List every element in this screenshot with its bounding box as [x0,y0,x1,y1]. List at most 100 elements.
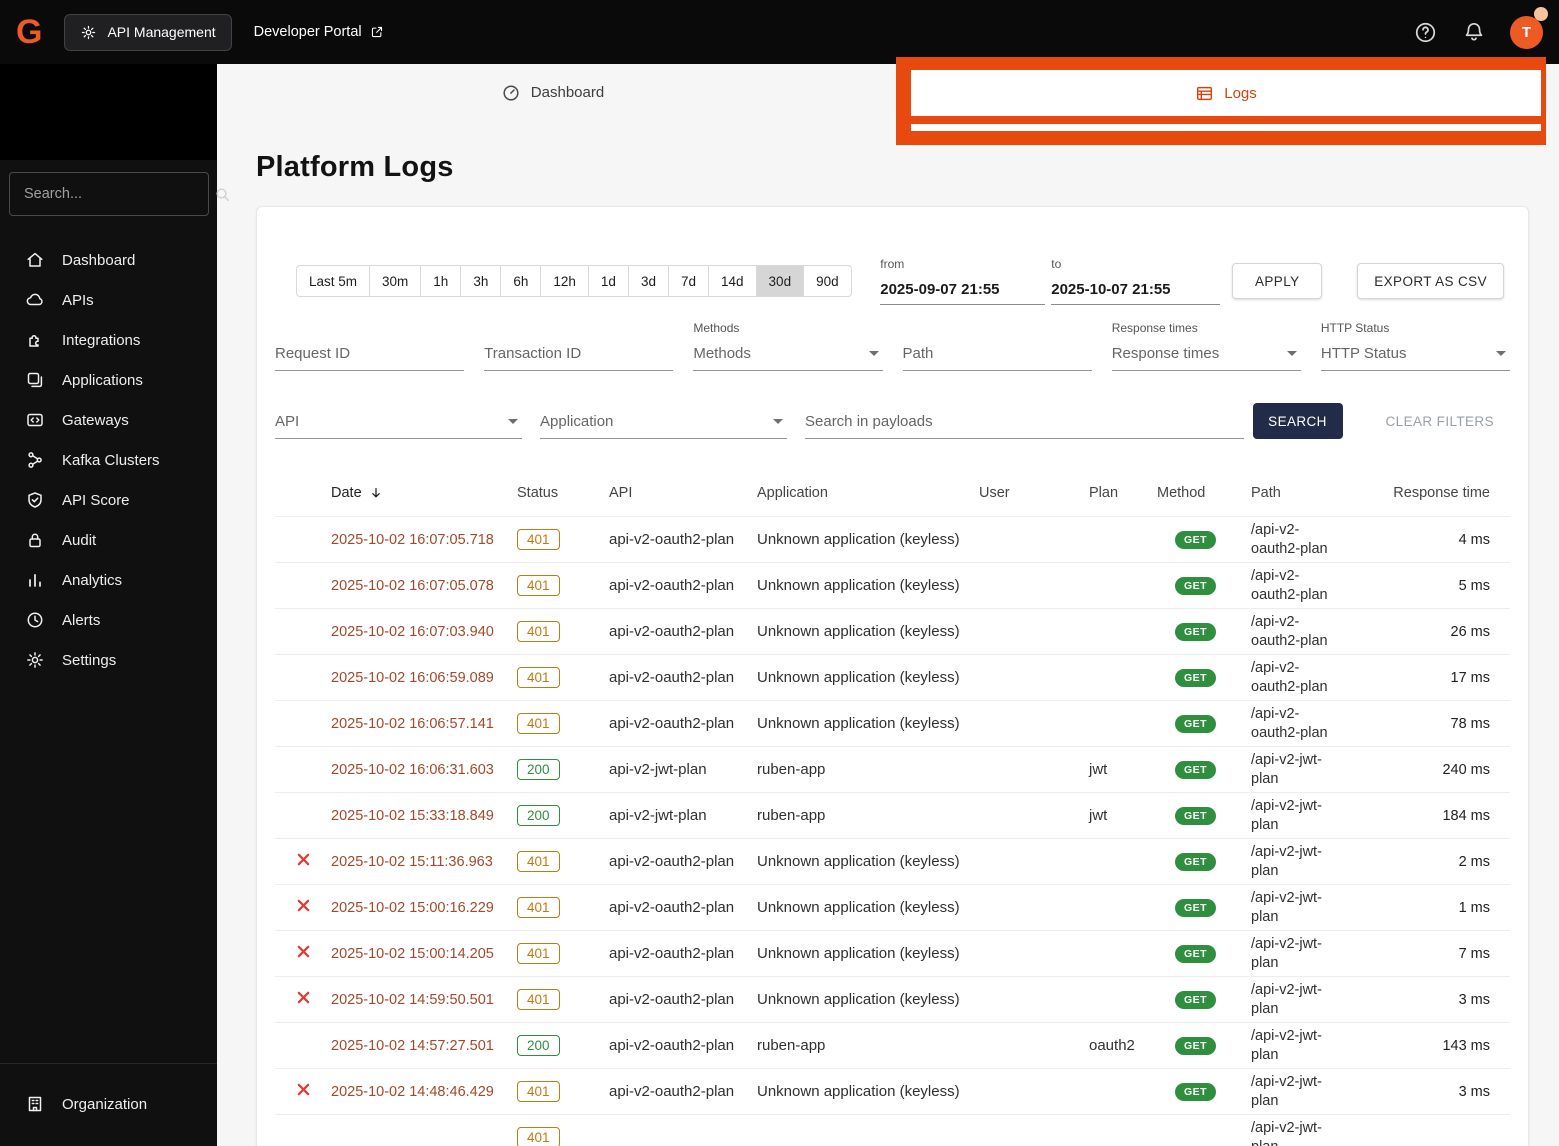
log-date-link[interactable]: 2025-10-02 16:06:59.089 [331,670,494,686]
table-row[interactable]: 2025-10-02 16:07:03.940 401 api-v2-oauth… [275,608,1510,654]
row-error-cell [275,713,331,734]
table-row[interactable]: 2025-10-02 16:06:31.603 200 api-v2-jwt-p… [275,746,1510,792]
tab-logs-label: Logs [1224,84,1257,102]
column-header-date-label: Date [331,484,362,501]
table-row[interactable]: 2025-10-02 16:07:05.078 401 api-v2-oauth… [275,562,1510,608]
time-range-button[interactable]: 6h [501,265,542,297]
payload-search-input[interactable] [805,413,1244,439]
log-date-link[interactable]: 2025-10-02 14:48:46.429 [331,1084,494,1100]
table-row[interactable]: 2025-10-02 15:00:14.205 401 api-v2-oauth… [275,930,1510,976]
api-cell: api-v2-oauth2-plan [609,623,735,640]
sidebar-item-api-score[interactable]: API Score [0,480,217,520]
time-range-button[interactable]: 30m [370,265,422,297]
sidebar-item-dashboard[interactable]: Dashboard [0,240,217,280]
methods-field-wrap: Methods Methods [693,319,883,371]
date-cell: 2025-10-02 16:07:05.718 [331,531,517,548]
status-cell: 401 [517,1081,609,1102]
table-row[interactable]: 2025-10-02 14:57:27.501 200 api-v2-oauth… [275,1022,1510,1068]
app-switcher-button[interactable]: API Management [64,13,232,51]
sidebar-item-audit[interactable]: Audit [0,520,217,560]
table-row[interactable]: 2025-10-02 16:06:57.141 401 api-v2-oauth… [275,700,1510,746]
developer-portal-link[interactable]: Developer Portal [254,24,384,40]
status-cell: 401 [517,1127,609,1146]
http-status-select-value: HTTP Status [1320,345,1407,362]
http-status-select[interactable]: HTTP Status [1320,345,1511,371]
log-date-link[interactable]: 2025-10-02 16:07:05.078 [331,578,494,594]
time-range-button[interactable]: 3d [628,265,669,297]
sidebar-search-box[interactable] [9,172,230,216]
log-date-link[interactable]: 2025-10-02 15:33:18.849 [331,808,494,824]
time-range-button[interactable]: 30d [756,265,805,297]
status-badge: 401 [517,713,560,734]
log-date-link[interactable]: 2025-10-02 16:06:31.603 [331,762,494,778]
sidebar-item-alerts[interactable]: Alerts [0,600,217,640]
log-date-link[interactable]: 2025-10-02 15:11:36.963 [331,854,493,870]
api-select[interactable]: API [275,413,522,439]
api-cell: api-v2-oauth2-plan [609,531,735,548]
method-badge: GET [1175,1083,1217,1101]
time-range-button[interactable]: 7d [668,265,710,297]
time-range-button[interactable]: 14d [709,265,757,297]
log-date-link[interactable]: 2025-10-02 16:07:05.718 [331,532,494,548]
log-date-link[interactable]: 2025-10-02 14:59:50.501 [331,992,494,1008]
table-row[interactable]: 2025-10-02 15:33:18.849 200 api-v2-jwt-p… [275,792,1510,838]
search-button[interactable]: SEARCH [1252,403,1343,439]
sidebar-item-kafka-clusters[interactable]: Kafka Clusters [0,440,217,480]
chevron-down-icon [868,351,879,356]
table-row[interactable]: 2025-10-02 16:06:59.089 401 api-v2-oauth… [275,654,1510,700]
from-date-field[interactable]: from 2025-09-07 21:55 [880,257,1046,305]
gravitee-logo[interactable]: G [16,13,42,52]
plan-cell: jwt [1089,807,1108,824]
column-header-date[interactable]: Date [331,485,517,501]
time-range-button[interactable]: 90d [804,265,852,297]
table-row[interactable]: 2025-10-02 15:00:16.229 401 api-v2-oauth… [275,884,1510,930]
error-x-icon [295,943,312,960]
chevron-down-icon [773,419,783,424]
export-csv-button[interactable]: EXPORT AS CSV [1357,263,1504,299]
response-times-select[interactable]: Response times [1111,345,1301,371]
sidebar-item-organization[interactable]: Organization [0,1084,217,1124]
sidebar-item-analytics[interactable]: Analytics [0,560,217,600]
method-badge: GET [1175,945,1217,963]
from-date-input[interactable]: 2025-09-07 21:55 [880,281,1046,305]
table-row[interactable]: 2025-10-02 15:11:36.963 401 api-v2-oauth… [275,838,1510,884]
log-date-link[interactable]: 2025-10-02 15:00:14.205 [331,946,494,962]
response-times-select-value: Response times [1111,345,1220,362]
time-range-button[interactable]: Last 5m [296,265,371,297]
apply-button[interactable]: APPLY [1232,263,1323,299]
sidebar-item-gateways[interactable]: Gateways [0,400,217,440]
sidebar-item-settings[interactable]: Settings [0,640,217,680]
time-range-button[interactable]: 1h [421,265,462,297]
table-row[interactable]: 401 /api-v2-jwt-plan [275,1114,1510,1146]
table-row[interactable]: 2025-10-02 16:07:05.718 401 api-v2-oauth… [275,516,1510,562]
time-range-button[interactable]: 3h [461,265,502,297]
log-date-link[interactable]: 2025-10-02 16:06:57.141 [331,716,494,732]
sidebar-nav: Dashboard APIs Integrations Applications… [0,240,217,680]
table-row[interactable]: 2025-10-02 14:59:50.501 401 api-v2-oauth… [275,976,1510,1022]
log-date-link[interactable]: 2025-10-02 15:00:16.229 [331,900,494,916]
transaction-id-input[interactable] [484,345,674,371]
chevron-down-icon [1496,351,1507,356]
path-input[interactable] [902,345,1092,371]
help-icon[interactable] [1413,20,1438,45]
search-input[interactable] [22,185,213,203]
log-date-link[interactable]: 2025-10-02 14:57:27.501 [331,1038,494,1054]
time-range-button[interactable]: 12h [541,265,589,297]
bell-icon[interactable] [1462,20,1486,44]
response-time-cell: 5 ms [1458,577,1490,594]
log-date-link[interactable]: 2025-10-02 16:07:03.940 [331,624,494,640]
table-row[interactable]: 2025-10-02 14:48:46.429 401 api-v2-oauth… [275,1068,1510,1114]
tab-dashboard[interactable]: Dashboard [217,64,888,121]
tab-logs[interactable]: Logs [911,70,1541,116]
sidebar-item-applications[interactable]: Applications [0,360,217,400]
to-date-input[interactable]: 2025-10-07 21:55 [1051,281,1221,305]
sidebar-item-apis[interactable]: APIs [0,280,217,320]
application-select[interactable]: Application [540,413,787,439]
clear-filters-button[interactable]: CLEAR FILTERS [1370,403,1510,439]
methods-select[interactable]: Methods [693,345,883,371]
status-badge: 401 [517,989,560,1010]
to-date-field[interactable]: to 2025-10-07 21:55 [1051,257,1221,305]
request-id-input[interactable] [275,345,465,371]
time-range-button[interactable]: 1d [588,265,629,297]
sidebar-item-integrations[interactable]: Integrations [0,320,217,360]
